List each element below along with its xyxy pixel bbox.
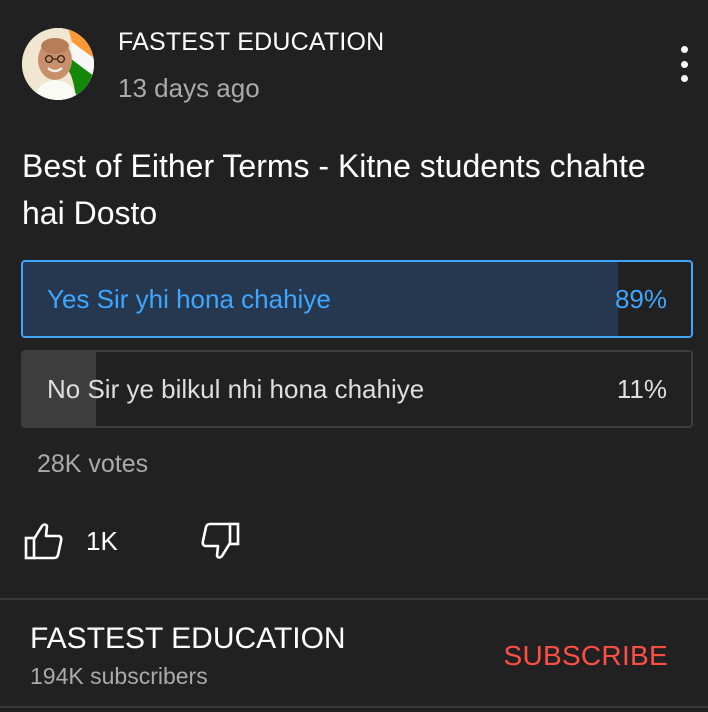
poll-option-yes[interactable]: Yes Sir yhi hona chahiye 89% [21,260,693,338]
more-vert-icon[interactable] [666,44,702,84]
poll-option-percent: 11% [616,373,667,404]
thumbs-down-icon [201,522,240,559]
like-button[interactable]: 1K [24,522,118,560]
divider [0,598,708,600]
footer-channel-name[interactable]: FASTEST EDUCATION [30,622,346,656]
menu-dot [680,75,688,82]
poll-option-no[interactable]: No Sir ye bilkul nhi hona chahiye 11% [21,350,693,428]
subscriber-count: 194K subscribers [30,663,208,689]
avatar-portrait-icon [22,28,94,100]
dislike-button[interactable] [200,522,240,565]
poll-option-label: No Sir ye bilkul nhi hona chahiye [47,373,425,404]
channel-name[interactable]: FASTEST EDUCATION [118,28,384,57]
post-text: Best of Either Terms - Kitne students ch… [22,148,646,231]
menu-dot [680,46,688,53]
vote-count: 28K votes [37,450,149,478]
channel-avatar[interactable] [22,28,94,100]
thumbs-up-icon [24,523,63,560]
divider [0,706,708,708]
menu-dot [680,60,688,68]
like-count: 1K [86,525,118,556]
post-timestamp: 13 days ago [118,73,260,103]
poll-option-label: Yes Sir yhi hona chahiye [47,283,331,314]
poll-option-percent: 89% [614,283,667,314]
subscribe-button[interactable]: SUBSCRIBE [503,640,668,672]
